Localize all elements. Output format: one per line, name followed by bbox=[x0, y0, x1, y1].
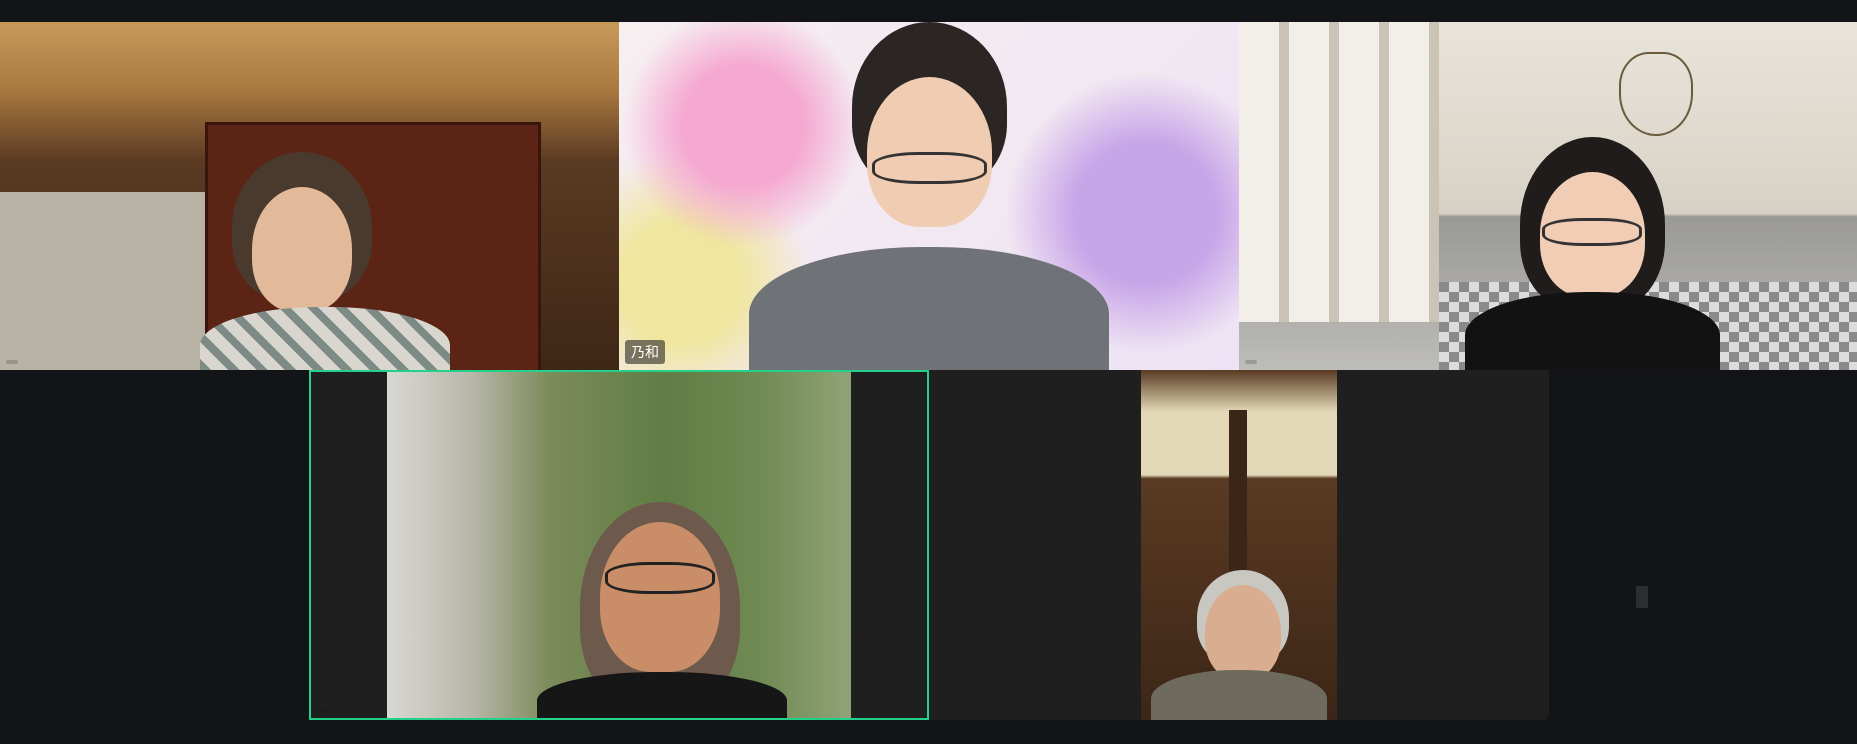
participant-tile-5[interactable] bbox=[929, 370, 1549, 720]
participant-name-tag-2: 乃和 bbox=[625, 340, 665, 364]
person-face-4 bbox=[600, 522, 720, 672]
glasses-icon bbox=[1542, 218, 1642, 246]
participant-name-tag-1 bbox=[6, 360, 18, 364]
participant-video-3 bbox=[1239, 22, 1857, 370]
participant-tile-1[interactable] bbox=[0, 22, 619, 370]
participant-tile-2[interactable]: 乃和 bbox=[619, 22, 1239, 370]
participant-video-4 bbox=[387, 372, 851, 718]
chandelier-icon bbox=[1619, 52, 1693, 136]
empty-slot-indicator bbox=[1636, 586, 1648, 608]
participant-name-tag-5 bbox=[935, 710, 947, 714]
person-body-5 bbox=[1151, 670, 1327, 720]
participant-video-2 bbox=[619, 22, 1239, 370]
person-face-1 bbox=[252, 187, 352, 312]
glasses-icon bbox=[605, 562, 715, 594]
participant-tile-4[interactable] bbox=[309, 370, 929, 720]
participant-video-5 bbox=[1141, 370, 1337, 720]
glasses-icon bbox=[872, 152, 987, 184]
person-body-4 bbox=[537, 672, 787, 718]
hallway-arches bbox=[1239, 22, 1439, 322]
participant-name-tag-4 bbox=[317, 708, 329, 712]
participant-video-1 bbox=[0, 22, 619, 370]
shelf bbox=[0, 192, 205, 370]
participant-tile-3[interactable] bbox=[1239, 22, 1857, 370]
person-body-3 bbox=[1465, 292, 1720, 370]
participant-name-tag-3 bbox=[1245, 360, 1257, 364]
person-body-2 bbox=[749, 247, 1109, 370]
person-face-5 bbox=[1205, 585, 1281, 680]
